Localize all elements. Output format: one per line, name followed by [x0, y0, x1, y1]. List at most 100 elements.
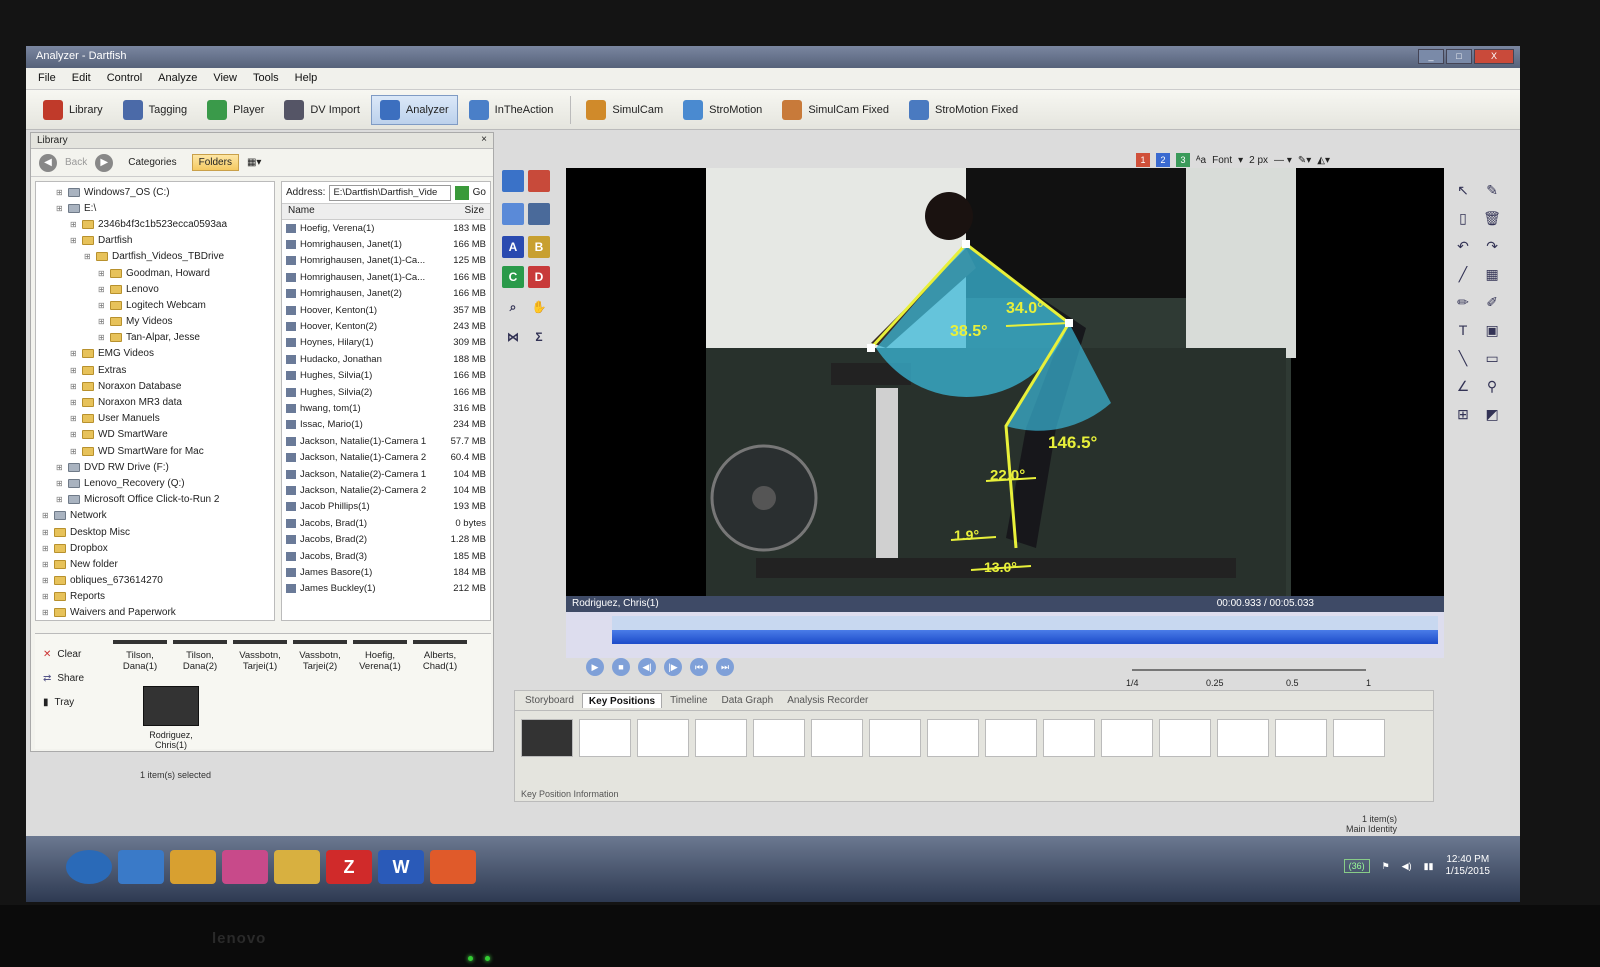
close-icon[interactable]: ×	[481, 134, 487, 145]
stroke-width-select[interactable]: 2 px	[1249, 155, 1268, 166]
tab-timeline[interactable]: Timeline	[664, 693, 713, 708]
expand-icon[interactable]: ⊞	[56, 188, 64, 197]
expand-icon[interactable]: ⊞	[70, 366, 78, 375]
angle-tool-icon[interactable]: ∠	[1452, 375, 1474, 397]
file-row[interactable]: Homrighausen, Janet(1) 166 MB	[282, 236, 490, 252]
tree-node[interactable]: ⊞ New folder	[36, 556, 274, 572]
mode-simulcam[interactable]: SimulCam	[577, 95, 672, 125]
page-icon[interactable]: ▯	[1452, 207, 1474, 229]
taskbar-app-icon[interactable]	[118, 850, 164, 884]
name-column-header[interactable]: Name	[288, 205, 438, 218]
tree-node[interactable]: ⊞ Desktop Misc	[36, 524, 274, 540]
tree-node[interactable]: ⊞ Lenovo_Recovery (Q:)	[36, 475, 274, 491]
tree-node[interactable]: ⊞ E:\	[36, 200, 274, 216]
menu-item-help[interactable]: Help	[295, 72, 318, 85]
menu-item-control[interactable]: Control	[107, 72, 142, 85]
back-button[interactable]: Back	[65, 157, 87, 168]
tree-node[interactable]: ⊞ Noraxon Database	[36, 378, 274, 394]
undo-icon[interactable]: ↶	[1452, 235, 1474, 257]
taskbar-app-icon[interactable]	[274, 850, 320, 884]
layer-2-button[interactable]: 2	[1156, 153, 1170, 167]
tree-node[interactable]: ⊞ Dartfish	[36, 233, 274, 249]
file-row[interactable]: Homrighausen, Janet(1)-Ca... 125 MB	[282, 253, 490, 269]
maximize-button[interactable]: □	[1446, 49, 1472, 64]
file-row[interactable]: Jackson, Natalie(1)-Camera 2 60.4 MB	[282, 449, 490, 465]
file-row[interactable]: Hughes, Silvia(2) 166 MB	[282, 384, 490, 400]
analysis-tool-button[interactable]	[528, 203, 550, 225]
expand-icon[interactable]: ⊞	[98, 301, 106, 310]
key-position-slot[interactable]	[521, 719, 573, 757]
tree-node[interactable]: ⊞ Tan-Alpar, Jesse	[36, 330, 274, 346]
expand-icon[interactable]: ⊞	[98, 285, 106, 294]
network-icon[interactable]: ▮▮	[1424, 861, 1434, 872]
share-action[interactable]: ⇄ Share	[43, 666, 103, 690]
clock[interactable]: 12:40 PM 1/15/2015	[1446, 854, 1491, 878]
tab-analysis-recorder[interactable]: Analysis Recorder	[781, 693, 874, 708]
expand-icon[interactable]: ⊞	[70, 398, 78, 407]
file-row[interactable]: Jacobs, Brad(2) 1.28 MB	[282, 531, 490, 547]
trash-icon[interactable]: 🗑	[1481, 207, 1503, 229]
analysis-tool-button[interactable]	[502, 203, 524, 225]
marker-d-button[interactable]: D	[528, 266, 550, 288]
volume-icon[interactable]: ◀)	[1402, 861, 1412, 872]
menu-item-analyze[interactable]: Analyze	[158, 72, 197, 85]
clear-action[interactable]: ✕ Clear	[43, 642, 103, 666]
dropdown-icon[interactable]: ▾	[1238, 155, 1243, 166]
pencil-icon[interactable]: ✎	[1481, 179, 1503, 201]
tray-action[interactable]: ▮ Tray	[43, 690, 103, 714]
playback-speed-slider[interactable]: 1/4 0.25 0.5 1	[1126, 666, 1376, 690]
address-input[interactable]: E:\Dartfish\Dartfish_Vide	[329, 184, 451, 201]
taskbar-app-icon[interactable]: W	[378, 850, 424, 884]
key-position-slot[interactable]	[579, 719, 631, 757]
file-row[interactable]: Hoynes, Hilary(1) 309 MB	[282, 335, 490, 351]
file-row[interactable]: Hoover, Kenton(2) 243 MB	[282, 318, 490, 334]
key-position-slot[interactable]	[637, 719, 689, 757]
tab-storyboard[interactable]: Storyboard	[519, 693, 580, 708]
go-end-icon[interactable]: ⏭	[716, 658, 734, 676]
mode-tagging[interactable]: Tagging	[114, 95, 197, 125]
marker-c-button[interactable]: C	[502, 266, 524, 288]
analysis-tool-button[interactable]	[528, 170, 550, 192]
key-position-slot[interactable]	[1159, 719, 1211, 757]
file-row[interactable]: Jackson, Natalie(2)-Camera 1 104 MB	[282, 466, 490, 482]
tree-node[interactable]: ⊞ Dropbox	[36, 540, 274, 556]
expand-icon[interactable]: ⊞	[70, 447, 78, 456]
expand-icon[interactable]: ⊞	[42, 560, 50, 569]
expand-icon[interactable]: ⊞	[42, 511, 50, 520]
back-arrow-icon[interactable]: ◀	[39, 153, 57, 172]
mode-intheaction[interactable]: InTheAction	[460, 95, 563, 125]
tree-node[interactable]: ⊞ Noraxon MR3 data	[36, 394, 274, 410]
mode-stromotion-fixed[interactable]: StroMotion Fixed	[900, 95, 1027, 125]
marker-b-button[interactable]: B	[528, 236, 550, 258]
line-style-icon[interactable]: — ▾	[1274, 155, 1292, 166]
tray-item[interactable]: Tilson, Dana(1)	[113, 640, 167, 672]
file-row[interactable]: Jackson, Natalie(1)-Camera 1 57.7 MB	[282, 433, 490, 449]
flag-icon[interactable]: ⚑	[1382, 861, 1390, 872]
expand-icon[interactable]: ⊞	[56, 204, 64, 213]
key-position-slot[interactable]	[927, 719, 979, 757]
expand-icon[interactable]: ⊞	[42, 592, 50, 601]
font-icon[interactable]: ᴬa	[1196, 155, 1206, 166]
expand-icon[interactable]: ⊞	[98, 317, 106, 326]
file-row[interactable]: Jacobs, Brad(1) 0 bytes	[282, 515, 490, 531]
file-row[interactable]: James Basore(1) 184 MB	[282, 564, 490, 580]
battery-indicator[interactable]: (36)	[1343, 859, 1370, 873]
go-start-icon[interactable]: ⏮	[690, 658, 708, 676]
categories-button[interactable]: Categories	[121, 154, 183, 171]
tree-node[interactable]: ⊞ My Videos	[36, 314, 274, 330]
tree-node[interactable]: ⊞ Network	[36, 508, 274, 524]
file-row[interactable]: Hughes, Silvia(1) 166 MB	[282, 368, 490, 384]
tree-node[interactable]: ⊞ Extras	[36, 362, 274, 378]
forward-arrow-icon[interactable]: ▶	[95, 153, 114, 172]
zoom-icon[interactable]: ⌕	[502, 296, 524, 318]
key-position-slot[interactable]	[985, 719, 1037, 757]
expand-icon[interactable]: ⊞	[42, 608, 50, 617]
tray-item[interactable]: Vassbotn, Tarjei(1)	[233, 640, 287, 672]
menu-item-tools[interactable]: Tools	[253, 72, 279, 85]
fill-color-icon[interactable]: ◭▾	[1317, 155, 1330, 166]
pin-icon[interactable]: ⚲	[1481, 375, 1503, 397]
selected-clip-thumbnail[interactable]	[143, 686, 199, 726]
key-position-slot[interactable]	[1333, 719, 1385, 757]
menu-item-edit[interactable]: Edit	[72, 72, 91, 85]
tab-key-positions[interactable]: Key Positions	[581, 693, 663, 708]
